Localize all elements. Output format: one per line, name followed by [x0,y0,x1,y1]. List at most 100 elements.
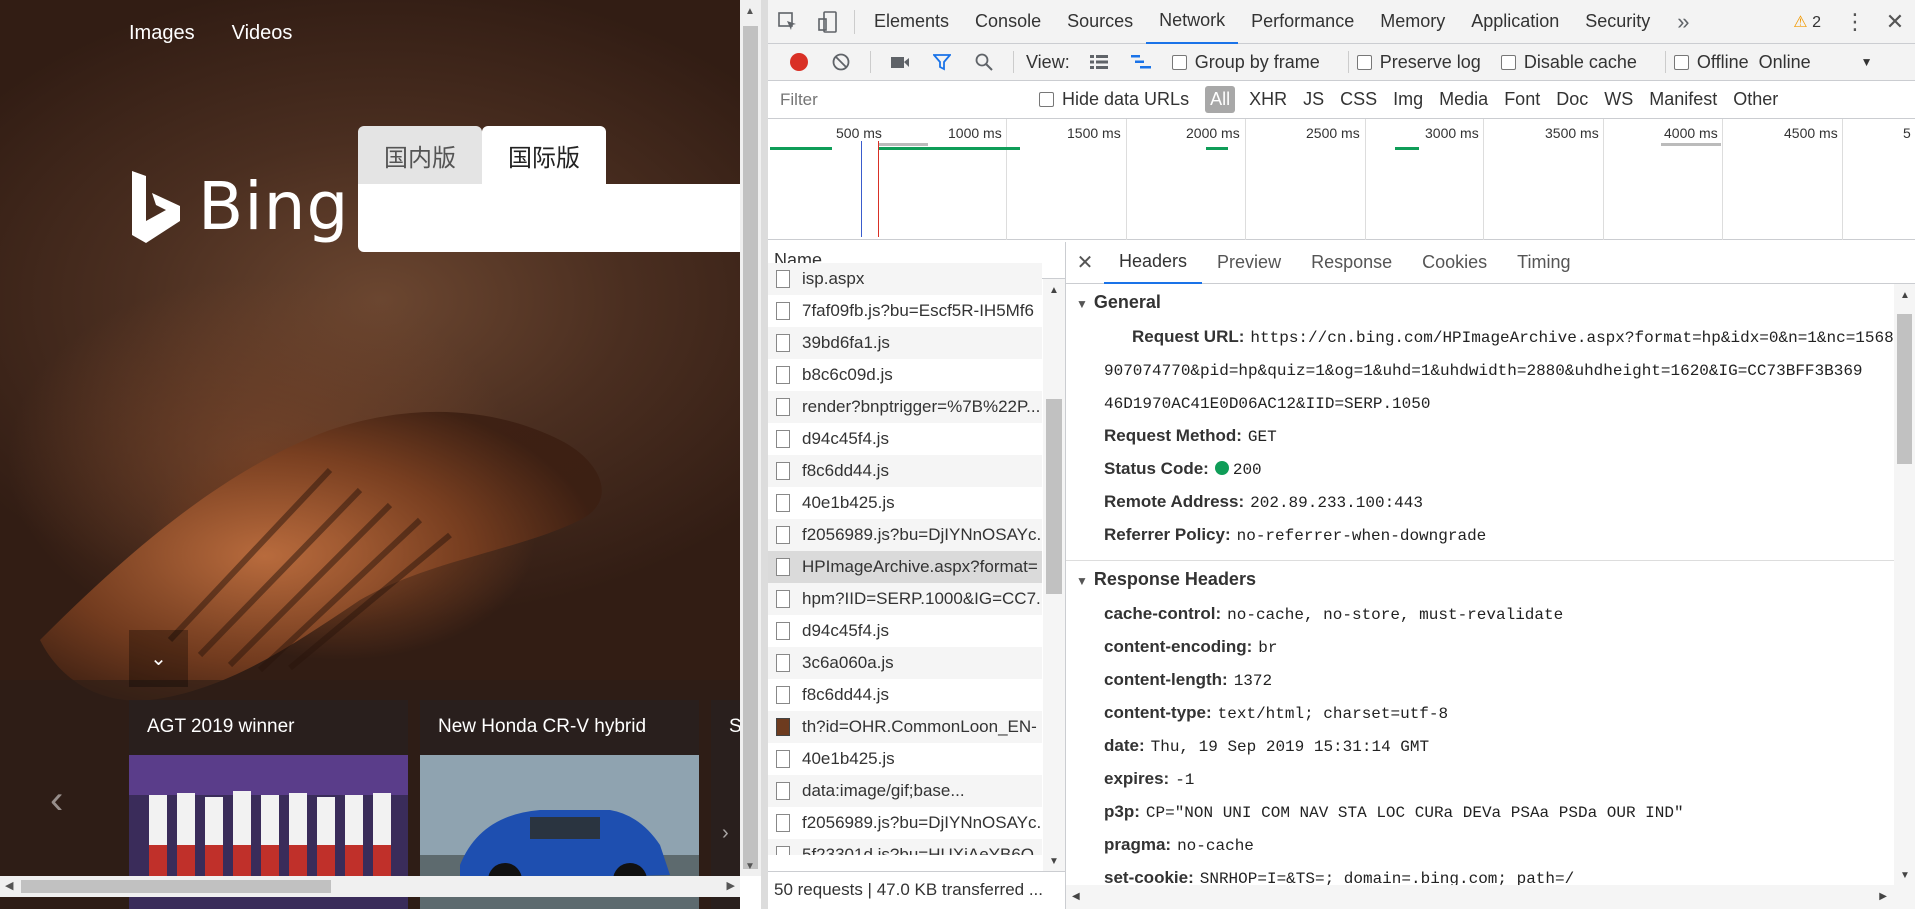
request-row[interactable]: hpm?IID=SERP.1000&IG=CC7... [768,583,1042,615]
tab-cookies[interactable]: Cookies [1407,242,1502,284]
scrollbar-thumb[interactable] [743,26,758,869]
hide-data-urls-checkbox[interactable]: Hide data URLs [1039,89,1189,110]
request-row[interactable]: d94c45f4.js [768,423,1042,455]
tab-international[interactable]: 国际版 [482,126,606,184]
close-icon[interactable]: ✕ [1875,9,1915,35]
request-row[interactable]: isp.aspx [768,263,1042,295]
request-row[interactable]: data:image/gif;base... [768,775,1042,807]
chevron-down-icon[interactable]: ⌄ [129,630,188,687]
tab-elements[interactable]: Elements [861,0,962,44]
tab-timing[interactable]: Timing [1502,242,1585,284]
request-row[interactable]: d94c45f4.js [768,615,1042,647]
scroll-up-icon[interactable]: ▲ [745,6,755,17]
tab-china[interactable]: 国内版 [358,126,482,184]
carousel-next-icon[interactable]: › [722,822,729,845]
filter-ws[interactable]: WS [1596,89,1641,110]
scroll-up-icon[interactable]: ▲ [1900,290,1910,301]
bing-search-input[interactable] [358,184,740,252]
request-row[interactable]: f2056989.js?bu=DjIYNnOSAYc... [768,807,1042,839]
scroll-down-icon[interactable]: ▼ [1900,870,1910,881]
detail-vertical-scrollbar[interactable]: ▲ ▼ [1894,284,1915,885]
filter-xhr[interactable]: XHR [1241,89,1295,110]
tab-preview[interactable]: Preview [1202,242,1296,284]
filter-manifest[interactable]: Manifest [1641,89,1725,110]
request-row[interactable]: th?id=OHR.CommonLoon_EN- [768,711,1042,743]
request-row[interactable]: f8c6dd44.js [768,455,1042,487]
nav-images[interactable]: Images [129,22,195,45]
filter-doc[interactable]: Doc [1548,89,1596,110]
filter-img[interactable]: Img [1385,89,1431,110]
scroll-right-icon[interactable]: ▶ [727,879,735,892]
group-by-frame-checkbox[interactable]: Group by frame [1171,52,1320,73]
record-icon[interactable] [778,53,820,71]
request-row[interactable]: 40e1b425.js [768,743,1042,775]
kebab-menu-icon[interactable]: ⋮ [1835,9,1875,35]
screenshot-camera-icon[interactable] [879,54,921,70]
tab-memory[interactable]: Memory [1367,0,1458,44]
request-row[interactable]: f2056989.js?bu=DjIYNnOSAYc... [768,519,1042,551]
request-row[interactable]: 7faf09fb.js?bu=Escf5R-IH5Mf6 [768,295,1042,327]
inspect-element-icon[interactable] [768,0,808,44]
tab-response[interactable]: Response [1296,242,1407,284]
bing-logo[interactable]: Bing [128,168,349,245]
request-row[interactable]: f8c6dd44.js [768,679,1042,711]
scrollbar-thumb[interactable] [1897,314,1912,464]
timeline-tick: 3000 ms [1425,125,1479,141]
filter-other[interactable]: Other [1725,89,1786,110]
filter-all[interactable]: All [1205,86,1236,113]
scroll-left-icon[interactable]: ◀ [1072,891,1080,902]
tab-console[interactable]: Console [962,0,1054,44]
request-row[interactable]: b8c6c09d.js [768,359,1042,391]
page-horizontal-scrollbar[interactable]: ◀ ▶ [0,876,740,897]
nav-videos[interactable]: Videos [232,22,293,45]
preserve-log-checkbox[interactable]: Preserve log [1356,52,1481,73]
warning-badge[interactable]: ⚠ 2 [1793,12,1821,32]
tab-network[interactable]: Network [1146,0,1239,44]
filter-input[interactable] [776,86,1019,113]
response-headers-toggle[interactable]: ▼ Response Headers [1076,569,1894,590]
disable-cache-checkbox[interactable]: Disable cache [1500,52,1637,73]
scroll-right-icon[interactable]: ▶ [1879,891,1887,902]
bing-wordmark: Bing [198,168,350,245]
waterfall-overview-icon[interactable] [1120,55,1162,69]
scroll-up-icon[interactable]: ▲ [1049,285,1059,296]
request-row[interactable]: 5f23301d.js?bu=HUXiAeYB6O [768,839,1042,855]
more-tabs-icon[interactable]: » [1663,0,1703,44]
network-overview-timeline[interactable]: 500 ms 1000 ms 1500 ms 2000 ms 2500 ms 3… [768,119,1915,240]
large-rows-icon[interactable] [1078,55,1120,69]
scroll-down-icon[interactable]: ▼ [745,861,755,872]
offline-checkbox[interactable]: Offline [1673,52,1749,73]
close-icon[interactable]: ✕ [1066,250,1104,275]
request-list-scrollbar[interactable]: ▲ ▼ [1043,279,1065,871]
tab-sources[interactable]: Sources [1054,0,1146,44]
request-row[interactable]: 40e1b425.js [768,487,1042,519]
filter-css[interactable]: CSS [1332,89,1385,110]
tab-headers[interactable]: Headers [1104,242,1203,284]
device-toolbar-icon[interactable] [808,0,848,44]
request-row[interactable]: 3c6a060a.js [768,647,1042,679]
tab-security[interactable]: Security [1572,0,1663,44]
detail-horizontal-scrollbar[interactable]: ◀ ▶ [1066,885,1915,909]
request-row[interactable]: render?bnptrigger=%7B%22P... [768,391,1042,423]
filter-media[interactable]: Media [1431,89,1496,110]
tab-application[interactable]: Application [1458,0,1572,44]
panel-divider[interactable] [761,0,768,909]
scroll-down-icon[interactable]: ▼ [1049,856,1059,867]
scrollbar-thumb[interactable] [21,880,331,893]
filter-icon[interactable] [921,53,963,71]
filter-js[interactable]: JS [1295,89,1332,110]
throttling-select[interactable]: Online ▼ [1759,52,1873,73]
request-row-selected[interactable]: HPImageArchive.aspx?format= [768,551,1042,583]
clear-icon[interactable] [820,53,862,71]
tab-performance[interactable]: Performance [1238,0,1367,44]
scrollbar-thumb[interactable] [1046,399,1062,594]
general-toggle[interactable]: ▼ General [1076,292,1894,313]
scroll-left-icon[interactable]: ◀ [5,879,13,892]
carousel-prev-icon[interactable]: ‹ [50,778,63,823]
request-row[interactable]: 39bd6fa1.js [768,327,1042,359]
file-icon [776,430,790,448]
filter-font[interactable]: Font [1496,89,1548,110]
request-summary: 50 requests | 47.0 KB transferred ... [768,871,1066,909]
page-vertical-scrollbar[interactable]: ▲ ▼ [740,0,761,876]
search-icon[interactable] [963,53,1005,71]
